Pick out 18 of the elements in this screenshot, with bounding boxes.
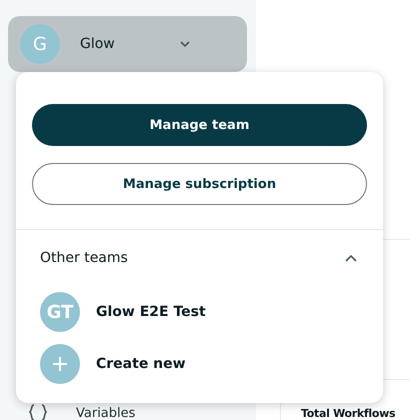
- team-switcher[interactable]: G Glow: [8, 16, 247, 72]
- team-item[interactable]: GT Glow E2E Test: [16, 286, 383, 338]
- manage-team-button[interactable]: Manage team: [32, 104, 367, 146]
- create-new-item[interactable]: Create new: [16, 338, 383, 390]
- team-name: Glow E2E Test: [96, 304, 206, 320]
- team-avatar: GT: [40, 292, 80, 332]
- plus-icon: [40, 344, 80, 384]
- section-label: Other teams: [40, 250, 128, 266]
- team-name: Glow: [80, 36, 116, 52]
- chevron-down-icon: [179, 40, 191, 48]
- braces-icon: [28, 404, 48, 420]
- chevron-up-icon: [345, 254, 357, 262]
- sidebar-item[interactable]: Variables: [76, 406, 136, 420]
- create-new-label: Create new: [96, 356, 186, 372]
- manage-subscription-button[interactable]: Manage subscription: [32, 163, 367, 205]
- team-avatar: G: [20, 24, 60, 64]
- other-teams-toggle[interactable]: Other teams: [16, 230, 383, 286]
- card-title: Total Workflows: [301, 407, 396, 420]
